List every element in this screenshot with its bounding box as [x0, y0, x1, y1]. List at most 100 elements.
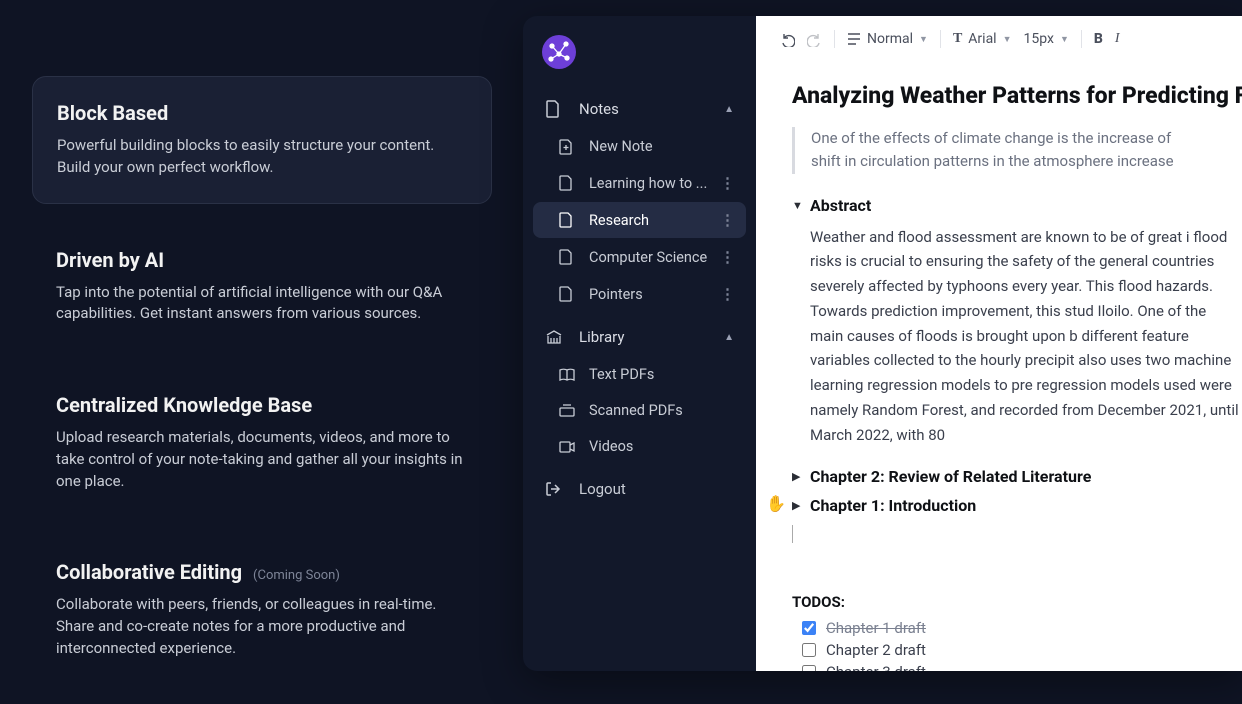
document-body[interactable]: Analyzing Weather Patterns for Predictin…: [756, 62, 1242, 671]
toggle-closed-icon[interactable]: ▶: [792, 499, 802, 512]
todo-text: Chapter 3 draft: [826, 663, 926, 671]
todos-heading: TODOS:: [792, 593, 1242, 611]
nav-header-library[interactable]: Library ▲: [533, 318, 746, 356]
feature-card-collaborative-editing[interactable]: Collaborative Editing (Coming Soon) Coll…: [32, 536, 492, 683]
heading-abstract[interactable]: ▼ Abstract: [792, 196, 1242, 215]
sidebar-item-videos[interactable]: Videos: [533, 429, 746, 464]
font-family-dropdown[interactable]: T Arial ▼: [953, 31, 1012, 47]
italic-button[interactable]: I: [1115, 31, 1120, 47]
heading-chapter-2[interactable]: ▶ Chapter 2: Review of Related Literatur…: [792, 467, 1242, 486]
library-icon: [545, 329, 563, 345]
toggle-open-icon[interactable]: ▼: [792, 199, 802, 212]
nav-section-library: Library ▲ Text PDFs Scanned PDFs Videos: [533, 318, 746, 464]
app-preview: Notes ▲ New Note Learning how to ... ⋮: [523, 16, 1242, 671]
sidebar-item-label: Computer Science: [589, 249, 707, 266]
heading-text: Abstract: [810, 196, 871, 215]
paragraph-style-label: Normal: [867, 31, 913, 47]
nav-header-label: Library: [579, 328, 624, 346]
document-icon: [545, 100, 563, 118]
font-size-dropdown[interactable]: 15px ▼: [1024, 31, 1069, 47]
feature-desc: Upload research materials, documents, vi…: [56, 427, 468, 492]
book-icon: [559, 368, 575, 382]
collapse-icon: ▲: [724, 332, 734, 343]
logout-label: Logout: [579, 480, 626, 498]
document-title[interactable]: Analyzing Weather Patterns for Predictin…: [792, 82, 1242, 109]
sidebar: Notes ▲ New Note Learning how to ... ⋮: [523, 16, 756, 671]
toolbar-divider: [940, 30, 941, 48]
document-icon: [559, 249, 575, 265]
paragraph-style-dropdown[interactable]: Normal ▼: [847, 31, 928, 47]
feature-title: Block Based: [57, 101, 467, 125]
sidebar-item-computer-science[interactable]: Computer Science ⋮: [533, 239, 746, 275]
document-icon: [559, 175, 575, 191]
sidebar-item-research[interactable]: Research ⋮: [533, 202, 746, 238]
nav-section-notes: Notes ▲ New Note Learning how to ... ⋮: [533, 90, 746, 312]
collapse-icon: ▲: [724, 104, 734, 115]
nav-header-notes[interactable]: Notes ▲: [533, 90, 746, 128]
sidebar-item-label: Pointers: [589, 286, 643, 303]
editor-toolbar: Normal ▼ T Arial ▼ 15px ▼ B I: [756, 16, 1242, 62]
document-icon: [559, 212, 575, 228]
feature-card-driven-by-ai[interactable]: Driven by AI Tap into the potential of a…: [32, 224, 492, 350]
feature-card-knowledge-base[interactable]: Centralized Knowledge Base Upload resear…: [32, 369, 492, 516]
undo-button[interactable]: [780, 32, 795, 47]
todo-text: Chapter 1 draft: [826, 619, 926, 637]
logout-icon: [545, 481, 563, 497]
sidebar-item-label: Videos: [589, 438, 633, 455]
sidebar-item-text-pdfs[interactable]: Text PDFs: [533, 357, 746, 392]
feature-title: Collaborative Editing (Coming Soon): [56, 560, 468, 584]
video-icon: [559, 441, 575, 453]
feature-card-block-based[interactable]: Block Based Powerful building blocks to …: [32, 76, 492, 204]
feature-list: Block Based Powerful building blocks to …: [32, 76, 492, 704]
new-document-icon: [559, 139, 575, 155]
todo-item[interactable]: Chapter 2 draft: [802, 641, 1242, 659]
todos-block[interactable]: TODOS: Chapter 1 draft Chapter 2 draft C…: [792, 593, 1242, 671]
todo-item[interactable]: Chapter 3 draft: [802, 663, 1242, 671]
logout-button[interactable]: Logout: [533, 470, 746, 508]
block-quote[interactable]: One of the effects of climate change is …: [792, 127, 1242, 174]
todo-item[interactable]: Chapter 1 draft: [802, 619, 1242, 637]
todo-checkbox[interactable]: [802, 643, 816, 657]
sidebar-item-new-note[interactable]: New Note: [533, 129, 746, 164]
toolbar-divider: [834, 30, 835, 48]
bold-button[interactable]: B: [1094, 31, 1103, 47]
feature-desc: Powerful building blocks to easily struc…: [57, 135, 467, 179]
sidebar-item-pointers[interactable]: Pointers ⋮: [533, 276, 746, 312]
feature-title-text: Collaborative Editing: [56, 560, 242, 584]
sidebar-item-label: Learning how to ...: [589, 175, 707, 192]
heading-chapter-1[interactable]: ✋ ▶ Chapter 1: Introduction: [792, 496, 1242, 515]
nav-header-label: Notes: [579, 100, 619, 118]
more-icon[interactable]: ⋮: [720, 174, 734, 192]
feature-title: Driven by AI: [56, 248, 468, 272]
sidebar-item-label: Scanned PDFs: [589, 402, 683, 419]
todo-checkbox[interactable]: [802, 665, 816, 671]
toolbar-divider: [1081, 30, 1082, 48]
more-icon[interactable]: ⋮: [720, 248, 734, 266]
font-family-label: Arial: [968, 31, 996, 47]
font-icon: T: [953, 31, 962, 47]
sidebar-item-label: New Note: [589, 138, 653, 155]
feature-title: Centralized Knowledge Base: [56, 393, 468, 417]
redo-button[interactable]: [807, 32, 822, 47]
scanner-icon: [559, 404, 575, 418]
heading-text: Chapter 1: Introduction: [810, 496, 976, 515]
toggle-closed-icon[interactable]: ▶: [792, 470, 802, 483]
coming-soon-badge: (Coming Soon): [253, 568, 340, 583]
heading-text: Chapter 2: Review of Related Literature: [810, 467, 1091, 486]
sidebar-item-label: Research: [589, 212, 649, 229]
todo-checkbox[interactable]: [802, 621, 816, 635]
more-icon[interactable]: ⋮: [720, 211, 734, 229]
chevron-down-icon: ▼: [1003, 34, 1012, 45]
feature-desc: Collaborate with peers, friends, or coll…: [56, 594, 468, 659]
sidebar-item-label: Text PDFs: [589, 366, 654, 383]
app-logo: [541, 34, 746, 70]
sidebar-item-scanned-pdfs[interactable]: Scanned PDFs: [533, 393, 746, 428]
abstract-paragraph[interactable]: Weather and flood assessment are known t…: [810, 225, 1242, 448]
text-caret: [792, 525, 1242, 543]
chevron-down-icon: ▼: [919, 34, 928, 45]
document-icon: [559, 286, 575, 302]
font-size-label: 15px: [1024, 31, 1054, 47]
more-icon[interactable]: ⋮: [720, 285, 734, 303]
chevron-down-icon: ▼: [1060, 34, 1069, 45]
sidebar-item-learning[interactable]: Learning how to ... ⋮: [533, 165, 746, 201]
